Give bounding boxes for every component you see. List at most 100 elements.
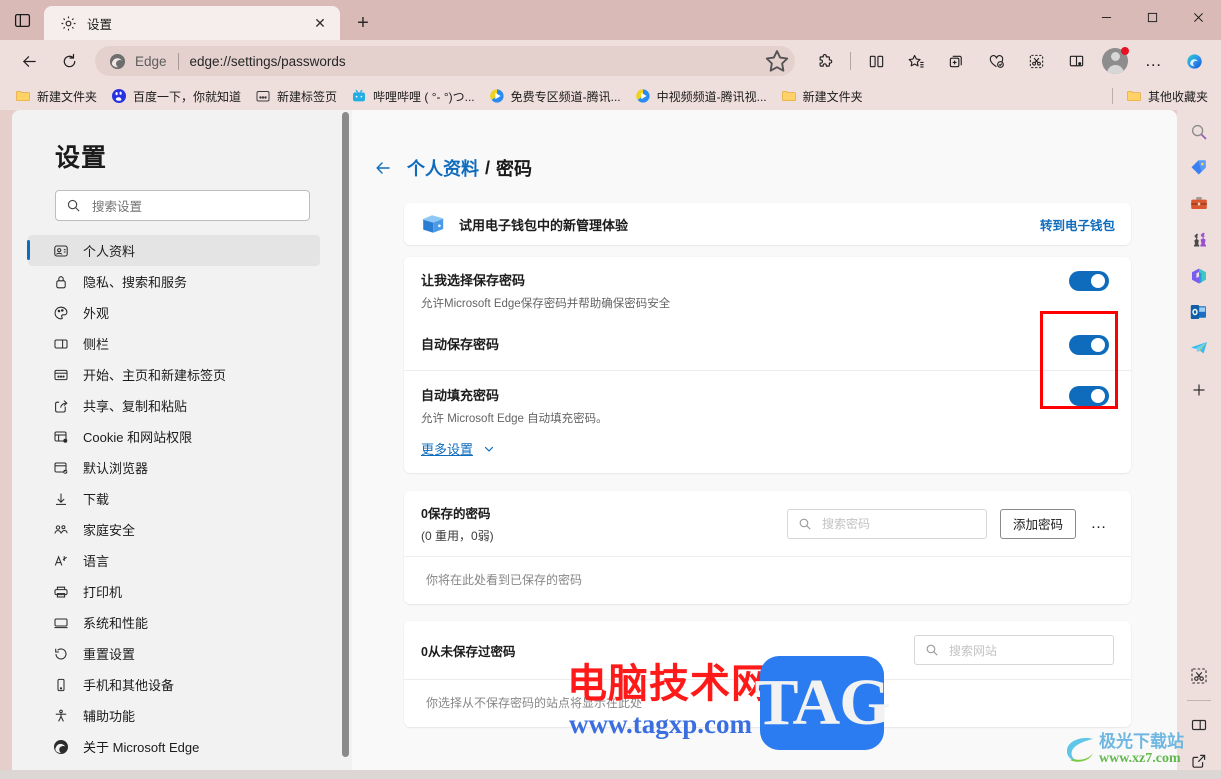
more-options-icon[interactable]: … — [1137, 46, 1171, 76]
bookmark-label: 新建标签页 — [277, 88, 337, 105]
sidebar-item-system-performance[interactable]: 系统和性能 — [28, 607, 320, 638]
bookmark-item[interactable]: 百度一下，你就知道 — [104, 85, 248, 107]
shopping-tag-icon[interactable] — [1183, 150, 1215, 186]
saved-passwords-card: 0保存的密码 (0 重用，0弱) 搜索密码 添加密码 … 你将在此处看到已保存的… — [404, 491, 1131, 604]
bookmark-item[interactable]: 新建文件夹 — [8, 85, 104, 107]
games-icon[interactable] — [1183, 222, 1215, 258]
sidebar-item-profile[interactable]: 个人资料 — [28, 235, 320, 266]
search-icon — [925, 643, 939, 657]
default-browser-icon — [52, 459, 69, 476]
sidebar-item-label: 共享、复制和粘贴 — [83, 396, 187, 415]
bookmark-item[interactable]: 哔哩哔哩 ( °- °)つ... — [344, 85, 482, 107]
refresh-icon[interactable] — [52, 46, 86, 76]
browser-essentials-icon[interactable] — [979, 46, 1013, 76]
saved-passwords-more-button[interactable]: … — [1084, 509, 1114, 539]
search-placeholder: 搜索设置 — [92, 196, 142, 215]
screenshot-icon[interactable] — [1019, 46, 1053, 76]
more-settings-link[interactable]: 更多设置 — [421, 439, 496, 458]
sidebar-item-label: 语言 — [83, 551, 109, 570]
settings-page: 设置 搜索设置 个人资料 隐私、搜索和服务 — [12, 110, 1177, 770]
sidebar-item-start-home-newtab[interactable]: 开始、主页和新建标签页 — [28, 359, 320, 390]
bookmark-item[interactable]: 中视频频道-腾讯视... — [628, 85, 774, 107]
home-icon — [52, 366, 69, 383]
bookmark-item[interactable]: 新建文件夹 — [774, 85, 870, 107]
sidebar-item-sidebar[interactable]: 侧栏 — [28, 328, 320, 359]
sidebar-item-accessibility[interactable]: 辅助功能 — [28, 700, 320, 731]
tab-actions-icon[interactable] — [0, 0, 44, 40]
tencent-video-icon — [635, 88, 651, 104]
sidebar-item-downloads[interactable]: 下载 — [28, 483, 320, 514]
folder-icon — [1126, 88, 1142, 104]
new-tab-button[interactable]: + — [346, 6, 380, 40]
bookmark-label: 新建文件夹 — [37, 88, 97, 105]
sidebar-item-label: 隐私、搜索和服务 — [83, 272, 187, 291]
search-icon[interactable] — [1183, 114, 1215, 150]
bookmark-label: 新建文件夹 — [803, 88, 863, 105]
avatar[interactable] — [1100, 46, 1130, 76]
read-aloud-icon[interactable] — [1059, 46, 1093, 76]
sidebar-item-cookies[interactable]: Cookie 和网站权限 — [28, 421, 320, 452]
copilot-icon[interactable] — [1177, 46, 1211, 76]
palette-icon — [52, 304, 69, 321]
lock-icon — [52, 273, 69, 290]
omnibox-brand: Edge — [135, 54, 167, 69]
address-bar[interactable]: Edge edge://settings/passwords — [95, 46, 795, 76]
go-to-wallet-link[interactable]: 转到电子钱包 — [1040, 215, 1115, 234]
minimize-icon[interactable] — [1083, 0, 1129, 34]
split-screen-icon[interactable] — [1183, 707, 1215, 743]
search-input[interactable]: 搜索设置 — [55, 190, 310, 221]
sidebar-item-appearance[interactable]: 外观 — [28, 297, 320, 328]
bookmarks-bar: 新建文件夹 百度一下，你就知道 新建标签页 哔哩哔哩 ( °- °)つ... 免… — [0, 82, 1221, 110]
sidebar-item-label: 家庭安全 — [83, 520, 135, 539]
tools-icon[interactable] — [1183, 186, 1215, 222]
bookmark-label: 百度一下，你就知道 — [133, 88, 241, 105]
sidebar-item-phone-devices[interactable]: 手机和其他设备 — [28, 669, 320, 700]
back-arrow-icon[interactable] — [372, 157, 394, 179]
telegram-icon[interactable] — [1183, 330, 1215, 366]
favorites-icon[interactable] — [899, 46, 933, 76]
sidebar-item-share-copy-paste[interactable]: 共享、复制和粘贴 — [28, 390, 320, 421]
toggle-auto-save[interactable] — [1069, 335, 1109, 355]
printer-icon — [52, 583, 69, 600]
saved-passwords-search-input[interactable]: 搜索密码 — [787, 509, 987, 539]
omnibox-divider — [178, 53, 179, 70]
outlook-icon[interactable] — [1183, 294, 1215, 330]
other-favorites-button[interactable]: 其他收藏夹 — [1119, 85, 1215, 107]
sidebar-item-privacy[interactable]: 隐私、搜索和服务 — [28, 266, 320, 297]
split-screen-icon[interactable] — [859, 46, 893, 76]
collections-icon[interactable] — [939, 46, 973, 76]
toggle-autofill[interactable] — [1069, 386, 1109, 406]
sidebar-item-default-browser[interactable]: 默认浏览器 — [28, 452, 320, 483]
sidebar-item-about-edge[interactable]: 关于 Microsoft Edge — [28, 731, 320, 762]
microsoft365-icon[interactable] — [1183, 258, 1215, 294]
star-icon[interactable] — [763, 48, 791, 74]
settings-sidebar: 设置 搜索设置 个人资料 隐私、搜索和服务 — [12, 110, 342, 770]
bookmark-item[interactable]: 免费专区频道-腾讯... — [482, 85, 628, 107]
tab-title: 设置 — [87, 14, 308, 33]
add-icon[interactable] — [1183, 372, 1215, 408]
sidebar-item-family-safety[interactable]: 家庭安全 — [28, 514, 320, 545]
search-icon — [66, 198, 81, 213]
never-saved-search-input[interactable]: 搜索网站 — [914, 635, 1114, 665]
never-saved-title: 0从未保存过密码 — [421, 641, 914, 660]
screenshot-icon[interactable] — [1183, 658, 1215, 694]
other-favorites-label: 其他收藏夹 — [1148, 88, 1208, 105]
sidebar-item-reset-settings[interactable]: 重置设置 — [28, 638, 320, 669]
sidebar-scrollbar[interactable] — [341, 112, 351, 767]
close-window-icon[interactable] — [1175, 0, 1221, 34]
breadcrumb-parent[interactable]: 个人资料 — [407, 155, 479, 181]
maximize-icon[interactable] — [1129, 0, 1175, 34]
close-icon[interactable]: ✕ — [308, 11, 332, 35]
back-arrow-icon[interactable] — [12, 46, 46, 76]
breadcrumb: 个人资料 / 密码 — [372, 155, 1177, 181]
toggle-offer-to-save[interactable] — [1069, 271, 1109, 291]
browser-tab[interactable]: 设置 ✕ — [44, 6, 340, 40]
bookmark-item[interactable]: 新建标签页 — [248, 85, 344, 107]
sidebar-item-languages[interactable]: 语言 — [28, 545, 320, 576]
add-password-button[interactable]: 添加密码 — [1000, 509, 1076, 539]
url-text[interactable]: edge://settings/passwords — [190, 54, 763, 69]
scrollbar-thumb[interactable] — [342, 112, 349, 757]
settings-content: 个人资料 / 密码 试用电子钱包中的新管理体验 转到电子钱包 — [352, 110, 1177, 770]
extensions-icon[interactable] — [808, 46, 842, 76]
sidebar-item-printers[interactable]: 打印机 — [28, 576, 320, 607]
